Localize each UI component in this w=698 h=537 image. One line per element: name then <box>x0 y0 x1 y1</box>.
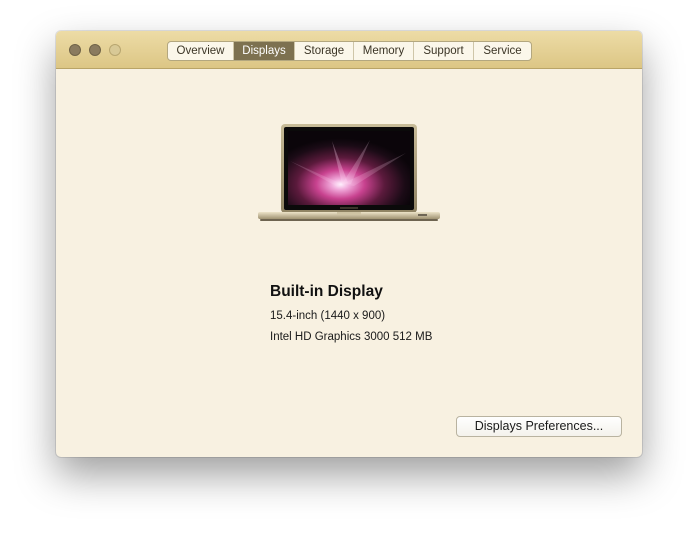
displays-preferences-button[interactable]: Displays Preferences... <box>456 416 622 437</box>
display-size-resolution: 15.4-inch (1440 x 900) <box>270 310 386 322</box>
tab-memory[interactable]: Memory <box>354 42 414 60</box>
minimize-window-button[interactable] <box>89 44 101 56</box>
zoom-window-button[interactable] <box>109 44 121 56</box>
tab-support[interactable]: Support <box>414 42 474 60</box>
desktop-background: Overview Displays Storage Memory Support… <box>0 0 698 537</box>
close-window-button[interactable] <box>69 44 81 56</box>
graphics-card-info: Intel HD Graphics 3000 512 MB <box>270 331 433 343</box>
tab-overview[interactable]: Overview <box>168 42 234 60</box>
display-name: Built-in Display <box>270 283 383 300</box>
macbook-pro-laptop-icon <box>258 123 440 223</box>
tab-bar: Overview Displays Storage Memory Support… <box>167 41 532 61</box>
about-this-mac-window: Overview Displays Storage Memory Support… <box>56 31 642 457</box>
tab-service[interactable]: Service <box>474 42 531 60</box>
window-titlebar[interactable]: Overview Displays Storage Memory Support… <box>56 31 642 69</box>
tab-storage[interactable]: Storage <box>295 42 354 60</box>
tab-displays[interactable]: Displays <box>234 42 295 60</box>
